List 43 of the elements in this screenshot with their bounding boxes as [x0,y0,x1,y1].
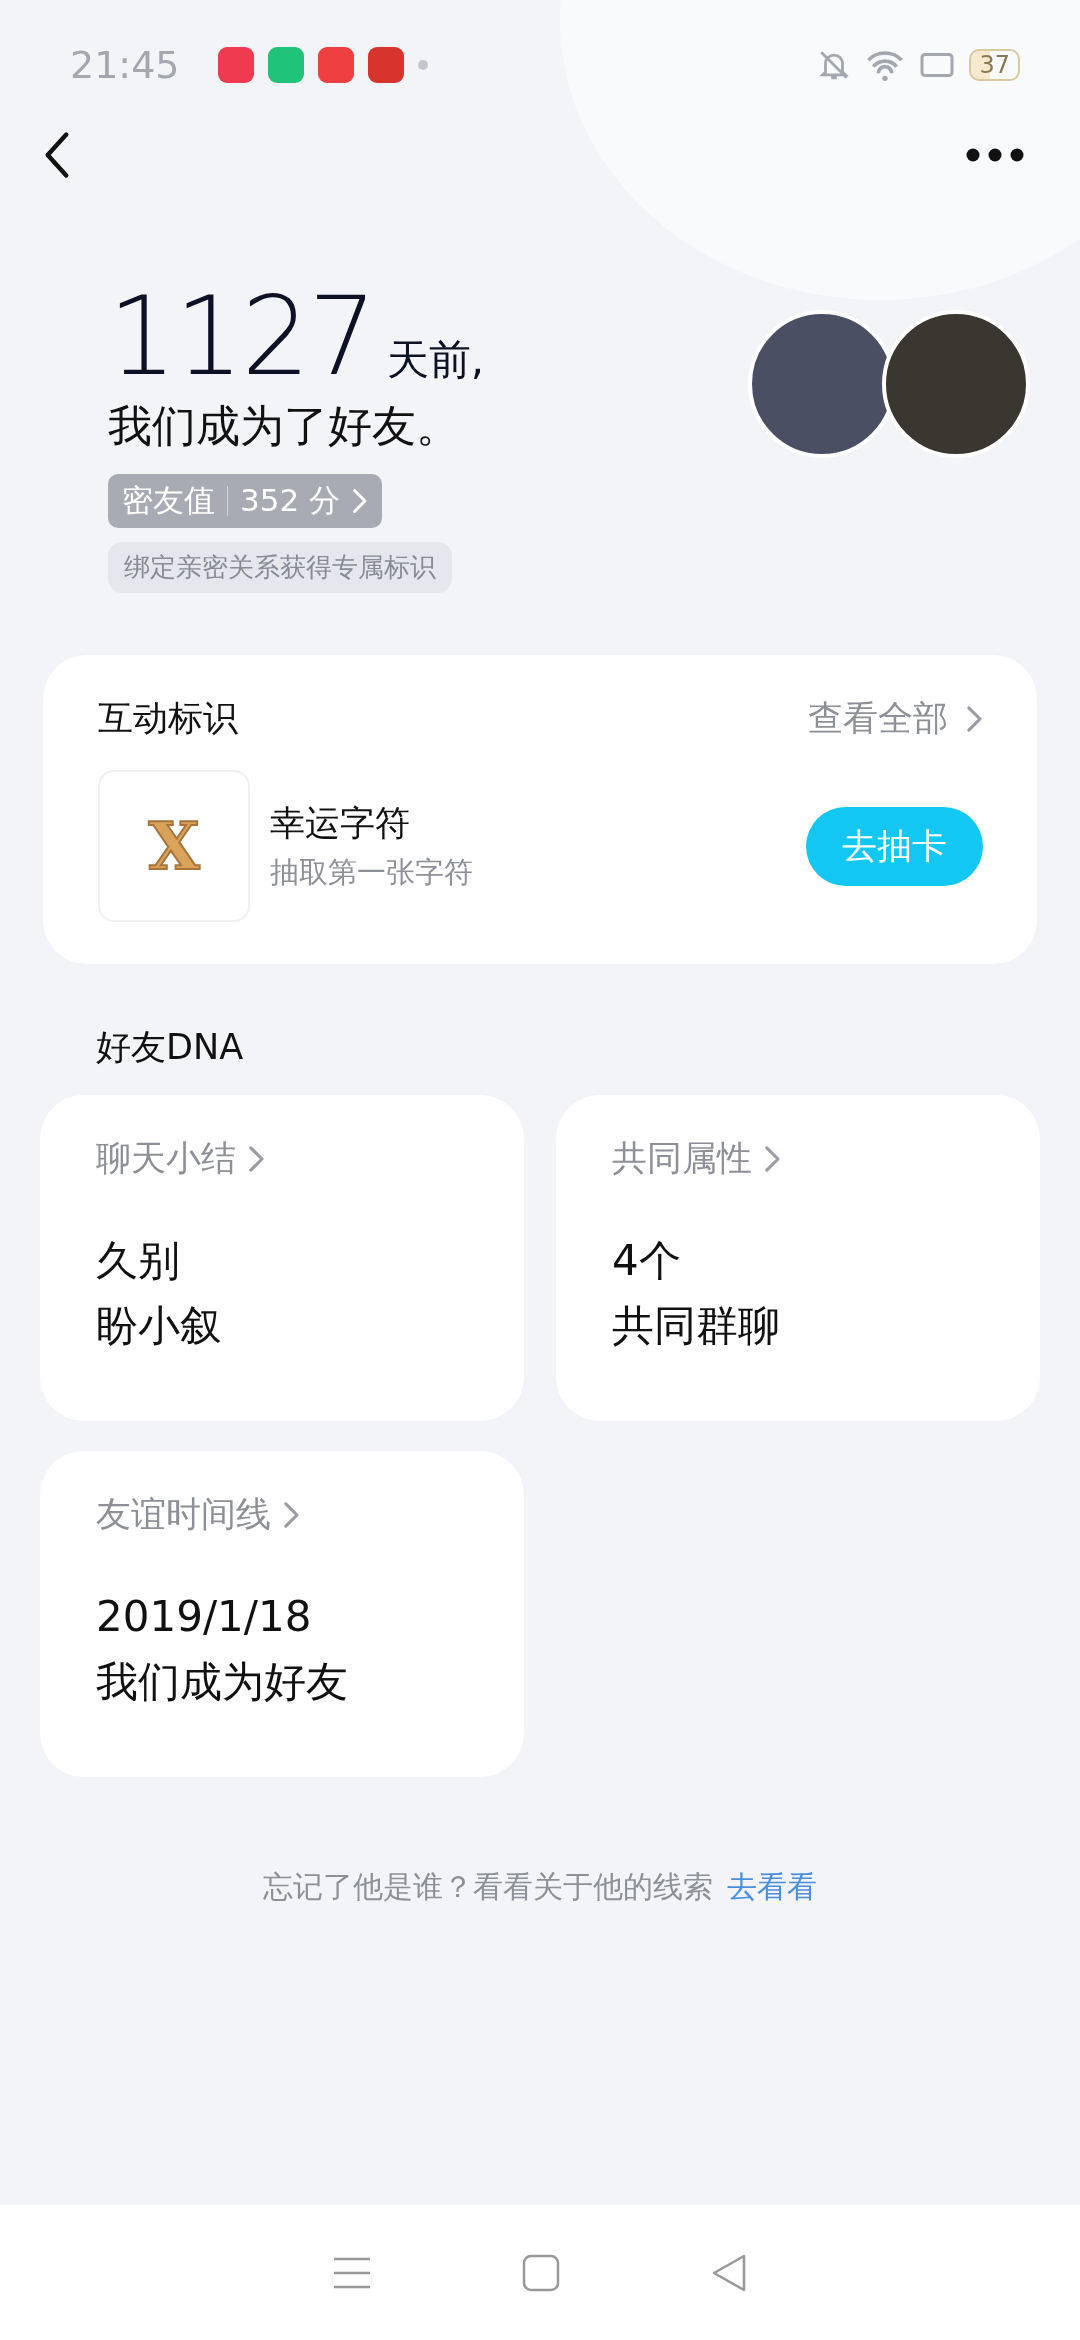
status-time: 21:45 [70,43,180,87]
dna-card-line: 共同群聊 [612,1300,781,1353]
footer-text: 忘记了他是谁？看看关于他的线索 [263,1869,713,1905]
hint-tooltip: 绑定亲密关系获得专属标识 [108,542,452,594]
dna-card[interactable]: 共同属性 4个 共同群聊 [556,1095,1040,1422]
chevron-icon [966,704,983,733]
badge-name: 幸运字符 [270,801,411,845]
days-suffix: 天前, [386,334,485,386]
dna-card-line: 2019/1/18 [96,1591,313,1644]
dna-card[interactable]: 友谊时间线 2019/1/18 我们成为好友 [40,1451,524,1778]
friendship-subtitle: 我们成为了好友。 [108,399,461,454]
dna-card-line: 久别 [96,1235,181,1288]
dna-card-line: 4个 [612,1235,682,1288]
dna-card[interactable]: 聊天小结 久别 盼小叙 [40,1095,524,1422]
dna-card-title: 聊天小结 [96,1137,236,1181]
more-icon[interactable] [966,148,1024,162]
card-title: 互动标识 [98,697,238,741]
dna-card-line: 盼小叙 [96,1300,223,1353]
days-count: 1127 [108,280,375,394]
chevron-icon [283,1500,300,1529]
back-icon[interactable] [44,130,70,180]
battery-level: 37 [969,49,1020,81]
notification-app-icon [217,47,254,83]
section-title: 好友DNA [96,1026,245,1070]
dna-card-title: 共同属性 [612,1137,752,1181]
badge-description: 抽取第一张字符 [270,853,474,891]
draw-card-button[interactable]: 去抽卡 [806,806,983,886]
chevron-icon [352,488,368,515]
chevron-icon [248,1144,265,1173]
chevron-icon [764,1144,781,1173]
dna-card-title: 友谊时间线 [96,1493,271,1537]
see-all-link[interactable]: 查看全部 [808,695,983,743]
notification-app-icon [317,47,354,83]
intimacy-score-button[interactable]: 密友值 352 分 [108,474,382,529]
view-link[interactable]: 去看看 [727,1869,817,1905]
more-notifications-dot [417,60,428,70]
dna-card-line: 我们成为好友 [96,1656,349,1709]
notification-app-icon [367,47,404,83]
home-icon[interactable] [522,2253,560,2292]
badge-symbol: X [98,770,250,923]
screen-icon [919,50,956,80]
notification-app-icon [267,47,304,83]
wifi-icon [865,48,906,82]
